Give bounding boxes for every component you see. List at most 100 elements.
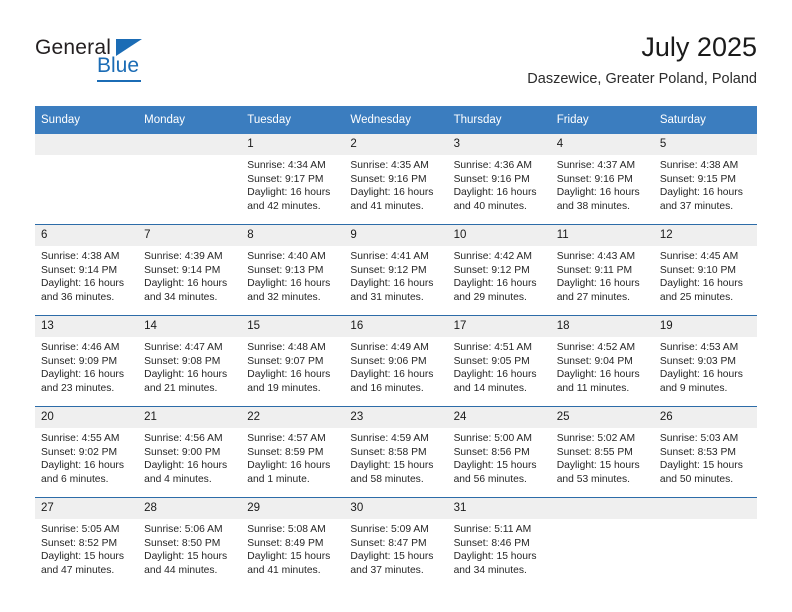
daylight-text: Daylight: 15 hours and 34 minutes. <box>453 551 537 576</box>
daylight-text: Daylight: 15 hours and 58 minutes. <box>350 460 434 485</box>
calendar-day-cell[interactable]: 30 Sunrise: 5:09 AM Sunset: 8:47 PM Dayligh… <box>344 497 448 588</box>
day-cell-content <box>35 134 139 224</box>
day-number: 24 <box>447 407 551 428</box>
title-block: July 2025 Daszewice, Greater Poland, Pol… <box>527 30 757 90</box>
calendar-day-cell[interactable]: 28 Sunrise: 5:06 AM Sunset: 8:50 PM Dayligh… <box>138 497 242 588</box>
sunrise-text: Sunrise: 4:40 AM <box>247 251 326 262</box>
day-sun-info: Sunrise: 5:00 AM Sunset: 8:56 PM Daylight:… <box>448 428 551 486</box>
day-number <box>653 498 757 519</box>
day-cell-content: 27 Sunrise: 5:05 AM Sunset: 8:52 PM Dayligh… <box>35 498 139 588</box>
day-number: 3 <box>447 134 551 155</box>
calendar-day-cell[interactable]: 20 Sunrise: 4:55 AM Sunset: 9:02 PM Dayligh… <box>35 406 139 498</box>
day-number: 15 <box>241 316 345 337</box>
calendar-day-cell[interactable]: 31 Sunrise: 5:11 AM Sunset: 8:46 PM Dayligh… <box>447 497 551 588</box>
calendar-day-cell[interactable]: 19 Sunrise: 4:53 AM Sunset: 9:03 PM Dayligh… <box>653 315 757 407</box>
calendar-day-cell[interactable]: 23 Sunrise: 4:59 AM Sunset: 8:58 PM Dayligh… <box>344 406 448 498</box>
daylight-text: Daylight: 16 hours and 6 minutes. <box>41 460 124 485</box>
day-number: 11 <box>550 225 654 246</box>
calendar-day-cell[interactable]: 12 Sunrise: 4:45 AM Sunset: 9:10 PM Dayligh… <box>653 224 757 316</box>
day-number: 9 <box>344 225 448 246</box>
sunset-text: Sunset: 8:46 PM <box>453 537 530 549</box>
day-cell-content: 29 Sunrise: 5:08 AM Sunset: 8:49 PM Dayligh… <box>241 498 345 588</box>
day-number: 20 <box>35 407 139 428</box>
day-cell-content: 24 Sunrise: 5:00 AM Sunset: 8:56 PM Dayligh… <box>447 407 551 497</box>
calendar-week-row: 27 Sunrise: 5:05 AM Sunset: 8:52 PM Dayligh… <box>35 497 757 588</box>
sunrise-text: Sunrise: 4:38 AM <box>659 160 739 171</box>
calendar-day-cell[interactable]: 5 Sunrise: 4:38 AM Sunset: 9:15 PM Daylight… <box>653 134 757 225</box>
sunset-text: Sunset: 8:47 PM <box>350 537 427 549</box>
sunset-text: Sunset: 9:03 PM <box>659 355 736 367</box>
day-cell-content: 5 Sunrise: 4:38 AM Sunset: 9:15 PM Daylight… <box>653 134 757 224</box>
calendar-day-cell[interactable]: 25 Sunrise: 5:02 AM Sunset: 8:55 PM Dayligh… <box>550 406 654 498</box>
day-cell-content: 14 Sunrise: 4:47 AM Sunset: 9:08 PM Dayligh… <box>138 316 242 406</box>
day-number: 17 <box>447 316 551 337</box>
calendar-day-cell[interactable]: 26 Sunrise: 5:03 AM Sunset: 8:53 PM Dayligh… <box>653 406 757 498</box>
day-number: 26 <box>653 407 757 428</box>
sunset-text: Sunset: 9:07 PM <box>247 355 324 367</box>
calendar-day-cell[interactable]: 24 Sunrise: 5:00 AM Sunset: 8:56 PM Dayligh… <box>447 406 551 498</box>
daylight-text: Daylight: 16 hours and 34 minutes. <box>144 278 228 303</box>
sunset-text: Sunset: 8:56 PM <box>453 446 530 458</box>
day-cell-content: 17 Sunrise: 4:51 AM Sunset: 9:05 PM Dayligh… <box>447 316 551 406</box>
day-sun-info: Sunrise: 4:38 AM Sunset: 9:14 PM Daylight:… <box>35 246 138 304</box>
day-number <box>550 498 654 519</box>
calendar-day-cell[interactable]: 22 Sunrise: 4:57 AM Sunset: 8:59 PM Dayligh… <box>241 406 345 498</box>
calendar-day-cell[interactable]: 18 Sunrise: 4:52 AM Sunset: 9:04 PM Dayligh… <box>550 315 654 407</box>
calendar-day-cell[interactable]: 16 Sunrise: 4:49 AM Sunset: 9:06 PM Dayligh… <box>344 315 448 407</box>
calendar-day-cell[interactable]: 3 Sunrise: 4:36 AM Sunset: 9:16 PM Daylight… <box>447 134 551 225</box>
calendar-day-cell[interactable]: 10 Sunrise: 4:42 AM Sunset: 9:12 PM Dayligh… <box>447 224 551 316</box>
sunrise-text: Sunrise: 4:35 AM <box>350 160 429 171</box>
day-cell-content: 9 Sunrise: 4:41 AM Sunset: 9:12 PM Daylight… <box>344 225 448 315</box>
day-number: 23 <box>344 407 448 428</box>
weekday-header-wednesday: Wednesday <box>344 106 448 134</box>
day-sun-info: Sunrise: 4:40 AM Sunset: 9:13 PM Daylight:… <box>241 246 344 304</box>
day-cell-content: 22 Sunrise: 4:57 AM Sunset: 8:59 PM Dayligh… <box>241 407 345 497</box>
daylight-text: Daylight: 16 hours and 40 minutes. <box>453 187 537 212</box>
day-cell-content: 11 Sunrise: 4:43 AM Sunset: 9:11 PM Dayligh… <box>550 225 654 315</box>
daylight-text: Daylight: 16 hours and 27 minutes. <box>556 278 640 303</box>
weekday-header-friday: Friday <box>550 106 654 134</box>
sunrise-text: Sunrise: 4:56 AM <box>144 433 223 444</box>
calendar-day-cell[interactable]: 1 Sunrise: 4:34 AM Sunset: 9:17 PM Daylight… <box>241 134 345 225</box>
day-number <box>35 134 139 155</box>
calendar-page: General Blue July 2025 Daszewice, Greate… <box>0 0 792 612</box>
daylight-text: Daylight: 16 hours and 38 minutes. <box>556 187 640 212</box>
daylight-text: Daylight: 16 hours and 4 minutes. <box>144 460 228 485</box>
calendar-day-cell[interactable]: 15 Sunrise: 4:48 AM Sunset: 9:07 PM Dayligh… <box>241 315 345 407</box>
calendar-day-cell[interactable]: 17 Sunrise: 4:51 AM Sunset: 9:05 PM Dayligh… <box>447 315 551 407</box>
sunset-text: Sunset: 9:12 PM <box>350 264 427 276</box>
weekday-header-thursday: Thursday <box>447 106 551 134</box>
logo-text-blue: Blue <box>97 54 140 77</box>
sunrise-text: Sunrise: 5:03 AM <box>659 433 739 444</box>
weekday-header-saturday: Saturday <box>653 106 757 134</box>
calendar-day-cell[interactable]: 8 Sunrise: 4:40 AM Sunset: 9:13 PM Daylight… <box>241 224 345 316</box>
calendar-day-cell[interactable]: 13 Sunrise: 4:46 AM Sunset: 9:09 PM Dayligh… <box>35 315 139 407</box>
calendar-day-cell[interactable]: 6 Sunrise: 4:38 AM Sunset: 9:14 PM Daylight… <box>35 224 139 316</box>
calendar-day-cell[interactable]: 9 Sunrise: 4:41 AM Sunset: 9:12 PM Daylight… <box>344 224 448 316</box>
day-number: 12 <box>653 225 757 246</box>
page-subtitle: Daszewice, Greater Poland, Poland <box>527 71 757 87</box>
calendar-day-cell <box>138 134 242 225</box>
calendar-day-cell <box>653 497 757 588</box>
calendar-day-cell[interactable]: 11 Sunrise: 4:43 AM Sunset: 9:11 PM Dayligh… <box>550 224 654 316</box>
day-sun-info: Sunrise: 4:49 AM Sunset: 9:06 PM Daylight:… <box>344 337 447 395</box>
day-cell-content: 13 Sunrise: 4:46 AM Sunset: 9:09 PM Dayligh… <box>35 316 139 406</box>
calendar-day-cell[interactable]: 29 Sunrise: 5:08 AM Sunset: 8:49 PM Dayligh… <box>241 497 345 588</box>
calendar-day-cell[interactable]: 7 Sunrise: 4:39 AM Sunset: 9:14 PM Daylight… <box>138 224 242 316</box>
sunset-text: Sunset: 9:10 PM <box>659 264 736 276</box>
weekday-header-monday: Monday <box>138 106 242 134</box>
sunset-text: Sunset: 8:53 PM <box>659 446 736 458</box>
calendar-day-cell[interactable]: 14 Sunrise: 4:47 AM Sunset: 9:08 PM Dayligh… <box>138 315 242 407</box>
sunrise-text: Sunrise: 4:37 AM <box>556 160 636 171</box>
calendar-day-cell[interactable]: 4 Sunrise: 4:37 AM Sunset: 9:16 PM Daylight… <box>550 134 654 225</box>
calendar-day-cell[interactable]: 2 Sunrise: 4:35 AM Sunset: 9:16 PM Daylight… <box>344 134 448 225</box>
day-sun-info: Sunrise: 5:11 AM Sunset: 8:46 PM Daylight:… <box>448 519 551 577</box>
sunset-text: Sunset: 9:00 PM <box>144 446 221 458</box>
calendar-day-cell[interactable]: 21 Sunrise: 4:56 AM Sunset: 9:00 PM Dayligh… <box>138 406 242 498</box>
sunrise-text: Sunrise: 4:53 AM <box>659 342 739 353</box>
day-number: 2 <box>344 134 448 155</box>
sunrise-text: Sunrise: 4:41 AM <box>350 251 429 262</box>
day-number: 21 <box>138 407 242 428</box>
day-sun-info: Sunrise: 5:05 AM Sunset: 8:52 PM Daylight:… <box>35 519 138 577</box>
calendar-day-cell[interactable]: 27 Sunrise: 5:05 AM Sunset: 8:52 PM Dayligh… <box>35 497 139 588</box>
